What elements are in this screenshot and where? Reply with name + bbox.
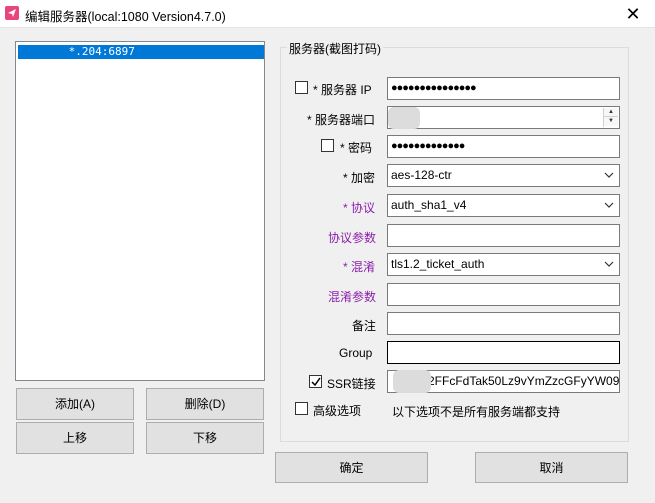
groupbox-title: 服务器(截图打码) bbox=[287, 40, 383, 57]
chevron-down-icon bbox=[604, 261, 614, 267]
spin-up-icon[interactable]: ▲ bbox=[604, 108, 618, 117]
remark-label: 备注 bbox=[352, 319, 377, 333]
encryption-value: aes-128-ctr bbox=[391, 168, 452, 182]
password-label: * 密码 bbox=[340, 141, 373, 155]
protocol-select[interactable]: auth_sha1_v4 bbox=[387, 194, 620, 217]
remark-field[interactable] bbox=[387, 312, 620, 335]
advanced-checkbox[interactable] bbox=[295, 402, 308, 415]
list-item[interactable]: *.204:6897 bbox=[18, 45, 264, 59]
cancel-button[interactable]: 取消 bbox=[475, 452, 628, 483]
server-port-field[interactable]: ▲ ▼ bbox=[387, 106, 620, 129]
obfs-label: * 混淆 bbox=[343, 260, 376, 274]
obfs-select[interactable]: tls1.2_ticket_auth bbox=[387, 253, 620, 276]
advanced-note: 以下选项不是所有服务端都支持 bbox=[392, 405, 561, 419]
spin-down-icon[interactable]: ▼ bbox=[604, 117, 618, 126]
delete-button[interactable]: 删除(D) bbox=[146, 388, 264, 420]
password-checkbox[interactable] bbox=[321, 139, 334, 152]
group-label: Group bbox=[339, 346, 373, 360]
window-title: 编辑服务器(local:1080 Version4.7.0) bbox=[25, 10, 226, 24]
server-ip-field[interactable]: ●●●●●●●●●●●●●●● bbox=[387, 77, 620, 100]
server-ip-checkbox[interactable] bbox=[295, 81, 308, 94]
ssr-link-label: SSR链接 bbox=[327, 377, 376, 391]
title-bar: 编辑服务器(local:1080 Version4.7.0) ✕ bbox=[0, 0, 655, 28]
paper-plane-icon bbox=[5, 6, 19, 20]
encryption-select[interactable]: aes-128-ctr bbox=[387, 164, 620, 187]
server-ip-label: * 服务器 IP bbox=[313, 83, 372, 97]
checkmark-icon bbox=[311, 377, 321, 387]
group-field[interactable] bbox=[387, 341, 620, 364]
advanced-label: 高级选项 bbox=[313, 404, 362, 418]
port-spinner[interactable]: ▲ ▼ bbox=[603, 108, 618, 127]
protocol-label: * 协议 bbox=[343, 201, 376, 215]
protocol-param-label: 协议参数 bbox=[328, 231, 377, 245]
obfs-param-label: 混淆参数 bbox=[328, 290, 377, 304]
obfs-param-field[interactable] bbox=[387, 283, 620, 306]
server-list[interactable]: *.204:6897 bbox=[15, 41, 265, 381]
obfs-value: tls1.2_ticket_auth bbox=[391, 257, 485, 271]
protocol-param-field[interactable] bbox=[387, 224, 620, 247]
chevron-down-icon bbox=[604, 172, 614, 178]
move-up-button[interactable]: 上移 bbox=[16, 422, 134, 454]
password-field[interactable]: ●●●●●●●●●●●●● bbox=[387, 135, 620, 158]
ok-button[interactable]: 确定 bbox=[275, 452, 428, 483]
close-icon[interactable]: ✕ bbox=[611, 0, 655, 28]
move-down-button[interactable]: 下移 bbox=[146, 422, 264, 454]
redaction-blur bbox=[393, 370, 431, 393]
ssr-link-checkbox[interactable] bbox=[309, 375, 322, 388]
add-button[interactable]: 添加(A) bbox=[16, 388, 134, 420]
redaction-blur bbox=[388, 107, 420, 129]
protocol-value: auth_sha1_v4 bbox=[391, 198, 467, 212]
chevron-down-icon bbox=[604, 202, 614, 208]
server-port-label: * 服务器端口 bbox=[307, 113, 376, 127]
encryption-label: * 加密 bbox=[343, 171, 376, 185]
